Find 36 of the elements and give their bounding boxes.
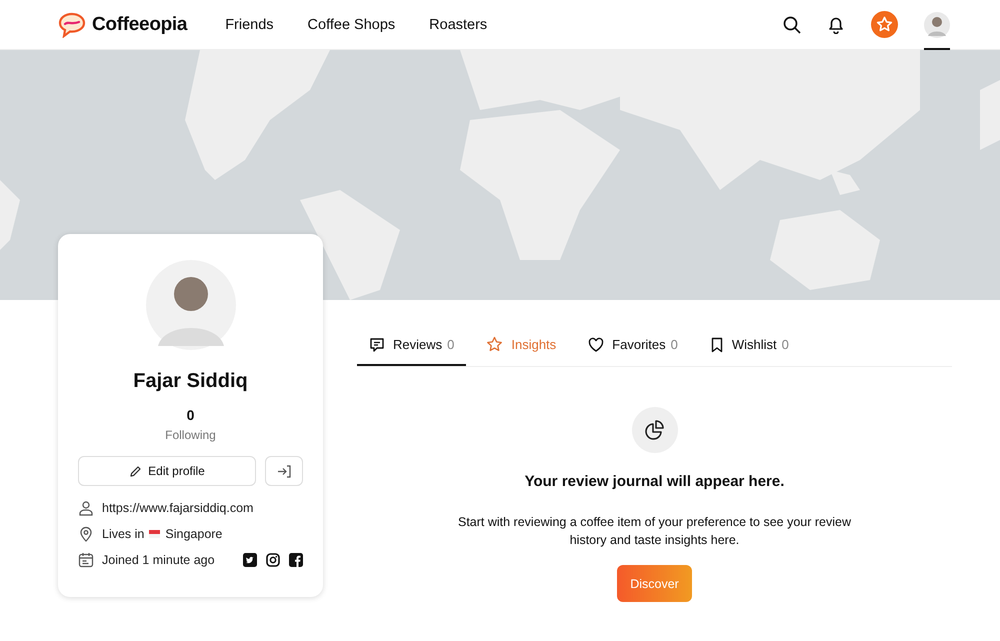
brand-name[interactable]: Coffeeopia [92, 14, 188, 36]
empty-title: Your review journal will appear here. [524, 473, 784, 490]
nav-link[interactable]: Coffee Shops [308, 16, 396, 32]
joined-date: Joined 1 minute ago [102, 553, 215, 567]
nav-link[interactable]: Friends [225, 16, 274, 32]
location-text: Singapore [165, 527, 222, 541]
comment-icon [369, 336, 385, 352]
empty-message: Start with reviewing a coffee item of your preference to see your review history and taste insights here. [456, 514, 852, 549]
location-prefix: Lives in [102, 527, 144, 541]
search-icon[interactable] [783, 16, 801, 34]
location-pin-icon [78, 526, 94, 542]
arrow-into-bracket-icon [277, 464, 291, 478]
tab[interactable]: Reviews 0 [357, 328, 466, 366]
logo-icon [58, 12, 86, 38]
flag-icon [149, 530, 160, 538]
stat-label[interactable]: Following [165, 428, 216, 442]
website-link[interactable]: https://www.fajarsiddiq.com [102, 501, 254, 515]
star-icon [486, 336, 504, 353]
pie-chart-icon [644, 419, 666, 441]
tab[interactable]: Favorites 0 [576, 328, 690, 366]
edit-profile-button[interactable]: Edit profile [78, 456, 256, 486]
logout-button[interactable] [265, 456, 303, 486]
pencil-icon [129, 464, 142, 478]
bell-icon[interactable] [827, 15, 845, 34]
calendar-icon [78, 552, 94, 568]
tab[interactable]: Wishlist 0 [698, 328, 801, 366]
twitter-icon[interactable] [243, 553, 257, 567]
nav-link[interactable]: Roasters [429, 16, 488, 32]
facebook-icon[interactable] [289, 553, 303, 567]
avatar[interactable] [924, 12, 950, 38]
stat-value: 0 [186, 407, 194, 423]
profile-name: Fajar Siddiq [133, 370, 248, 393]
instagram-icon[interactable] [266, 553, 280, 567]
person-icon [78, 500, 94, 516]
bookmark-icon [710, 336, 724, 352]
heart-icon [588, 336, 604, 352]
